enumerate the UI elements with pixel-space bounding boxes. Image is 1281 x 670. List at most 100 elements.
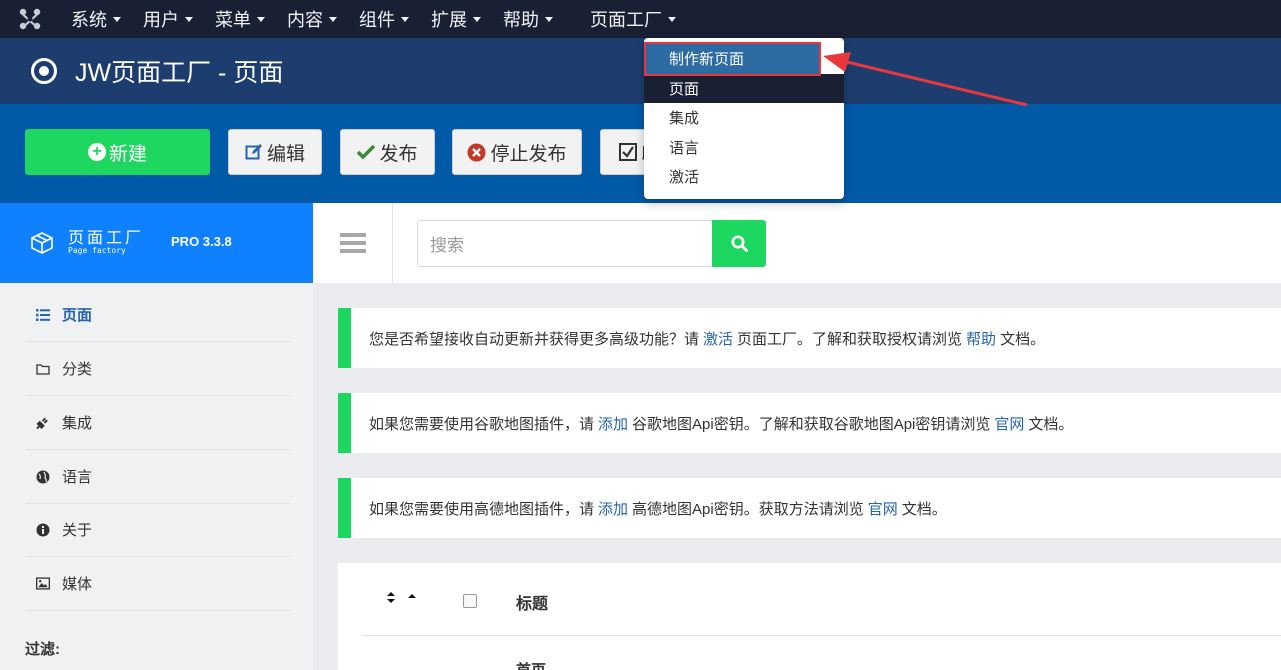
unpublish-button[interactable]: 停止发布 [452, 129, 582, 175]
notice-amap: 如果您需要使用高德地图插件，请 添加 高德地图Api密钥。获取方法请浏览 官网 … [338, 478, 1281, 538]
menu-label: 系统 [71, 10, 107, 30]
notice-text: 高德地图Api密钥。获取方法请浏览 [632, 500, 864, 518]
version-badge: PRO 3.3.8 [171, 233, 232, 249]
caret-down-icon [401, 16, 409, 22]
cube-icon [31, 232, 53, 254]
column-header-title[interactable]: 标题 [516, 590, 548, 614]
sidebar-item-label: 媒体 [62, 576, 93, 593]
filter-label: 过滤: [25, 641, 60, 658]
table-header-row: 标题 [362, 563, 1281, 636]
menu-label: 内容 [287, 10, 323, 30]
brand-name-en: Page factory [68, 246, 126, 255]
notice-google-maps: 如果您需要使用谷歌地图插件，请 添加 谷歌地图Api密钥。了解和获取谷歌地图Ap… [338, 393, 1281, 453]
menu-users[interactable]: 用户 [132, 0, 204, 38]
new-button-label: 新建 [108, 143, 147, 165]
caret-down-icon [257, 16, 265, 22]
target-icon [31, 58, 57, 84]
sidebar-item-label: 页面 [62, 307, 93, 324]
caret-down-icon [545, 16, 553, 22]
publish-button-label: 发布 [379, 143, 418, 165]
menu-page-factory[interactable]: 页面工厂 [564, 0, 687, 38]
brand-name-cn: 页面工厂 [68, 230, 145, 247]
sidebar-header: 页面工厂 Page factory PRO 3.3.8 [0, 203, 313, 283]
sidebar-item-about[interactable]: 关于 [25, 503, 290, 557]
check-icon [357, 144, 376, 160]
notice-activate: 您是否希望接收自动更新并获得更多高级功能？请 激活 页面工厂。了解和获取授权请浏… [338, 308, 1281, 368]
dropdown-item-new-page[interactable]: 制作新页面 [644, 42, 821, 76]
sidebar-item-languages[interactable]: 语言 [25, 450, 290, 504]
top-menu: 系统 用户 菜单 内容 组件 扩展 帮助 页面工厂 [60, 0, 687, 38]
image-icon [36, 577, 50, 590]
search-icon [731, 235, 748, 252]
sidebar: 页面 分类 集成 语言 关于 媒体 过滤: [0, 283, 313, 670]
globe-icon [36, 470, 50, 484]
menu-label: 帮助 [503, 10, 539, 30]
add-amap-key-link[interactable]: 添加 [598, 498, 628, 519]
notice-text: 如果您需要使用谷歌地图插件，请 [369, 415, 595, 433]
checkbox-icon [619, 143, 637, 161]
sort-icon[interactable] [386, 591, 420, 608]
edit-button[interactable]: 编辑 [228, 129, 322, 175]
pages-table: 标题 首页 [338, 563, 1281, 670]
edit-button-label: 编辑 [266, 143, 305, 165]
info-icon [36, 523, 50, 537]
sidebar-item-categories[interactable]: 分类 [25, 342, 290, 396]
menu-extensions[interactable]: 扩展 [420, 0, 492, 38]
sidebar-item-label: 关于 [62, 522, 93, 539]
dropdown-item-integrations[interactable]: 集成 [644, 103, 844, 133]
sidebar-item-label: 集成 [62, 415, 93, 432]
new-button[interactable]: + 新建 [25, 129, 210, 175]
menu-label: 菜单 [215, 10, 251, 30]
search-button[interactable] [712, 220, 766, 267]
times-circle-icon [467, 143, 486, 161]
unpublish-button-label: 停止发布 [490, 143, 567, 165]
menu-content[interactable]: 内容 [276, 0, 348, 38]
notice-text: 文档。 [901, 500, 947, 518]
publish-button[interactable]: 发布 [340, 129, 435, 175]
page-factory-dropdown: 制作新页面 页面 集成 语言 激活 [644, 38, 844, 199]
sidebar-item-pages[interactable]: 页面 [25, 288, 290, 342]
title-bar: JW页面工厂 - 页面 [0, 38, 1281, 104]
list-icon [36, 308, 50, 321]
dropdown-item-languages[interactable]: 语言 [644, 133, 844, 163]
sidebar-item-label: 语言 [62, 469, 93, 486]
caret-down-icon [113, 16, 121, 22]
notice-text: 谷歌地图Api密钥。了解和获取谷歌地图Api密钥请浏览 [632, 415, 991, 433]
table-row-title[interactable]: 首页 [516, 659, 546, 670]
joomla-logo-icon[interactable] [0, 0, 60, 38]
caret-down-icon [185, 16, 193, 22]
activate-link[interactable]: 激活 [703, 328, 733, 349]
annotation-arrow-icon [823, 52, 1028, 107]
menu-help[interactable]: 帮助 [492, 0, 564, 38]
plus-circle-icon: + [87, 143, 106, 161]
select-all-checkbox[interactable] [463, 594, 477, 608]
menu-menus[interactable]: 菜单 [204, 0, 276, 38]
menu-label: 页面工厂 [590, 10, 662, 30]
sidebar-item-integrations[interactable]: 集成 [25, 396, 290, 450]
menu-system[interactable]: 系统 [60, 0, 132, 38]
plug-icon [36, 415, 50, 430]
google-official-site-link[interactable]: 官网 [994, 413, 1024, 434]
dropdown-item-activate[interactable]: 激活 [644, 162, 844, 192]
menu-label: 扩展 [431, 10, 467, 30]
notice-text: 您是否希望接收自动更新并获得更多高级功能？请 [369, 330, 700, 348]
menu-label: 组件 [359, 10, 395, 30]
sidebar-item-media[interactable]: 媒体 [25, 557, 290, 611]
brand: 页面工厂 Page factory [68, 230, 145, 256]
search-input[interactable]: 搜索 [417, 220, 713, 267]
caret-down-icon [473, 16, 481, 22]
top-nav: 系统 用户 菜单 内容 组件 扩展 帮助 页面工厂 [0, 0, 1281, 38]
dropdown-item-pages[interactable]: 页面 [644, 73, 844, 103]
notice-text: 文档。 [1028, 415, 1074, 433]
menu-components[interactable]: 组件 [348, 0, 420, 38]
notice-text: 文档。 [1000, 330, 1046, 348]
main-top-bar: 搜索 [313, 203, 1281, 283]
add-google-key-link[interactable]: 添加 [598, 413, 628, 434]
folder-icon [36, 363, 50, 375]
amap-official-site-link[interactable]: 官网 [868, 498, 898, 519]
sidebar-toggle-icon[interactable] [313, 203, 393, 283]
help-link[interactable]: 帮助 [966, 328, 996, 349]
page-title: JW页面工厂 - 页面 [75, 59, 284, 87]
sidebar-item-label: 分类 [62, 361, 93, 378]
caret-down-icon [329, 16, 337, 22]
